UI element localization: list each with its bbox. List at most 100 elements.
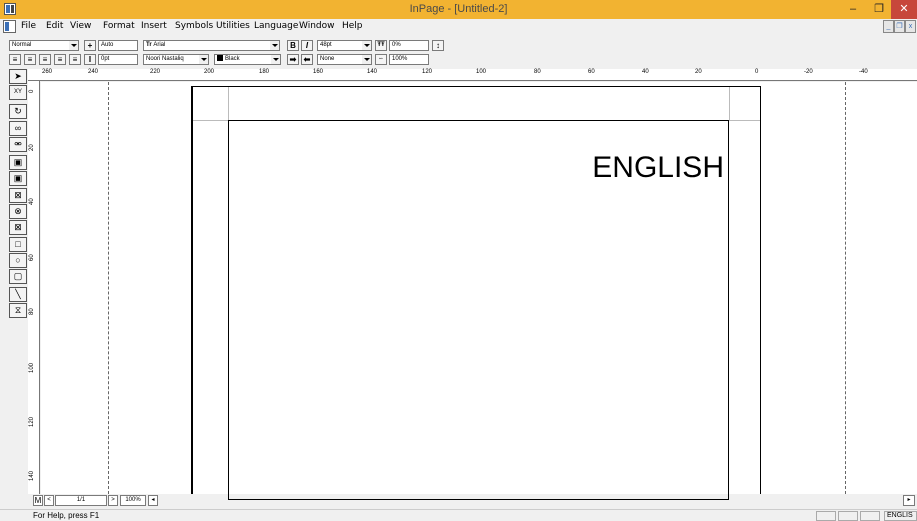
chevron-down-icon[interactable]: [362, 55, 371, 64]
tracking-icon[interactable]: ŦŦ: [375, 40, 387, 51]
vertical-align-icon[interactable]: I: [84, 54, 96, 65]
text-box-tool-icon[interactable]: ▣: [9, 155, 27, 170]
menu-format[interactable]: Format: [103, 21, 135, 31]
text-tool-icon[interactable]: XY: [9, 85, 27, 100]
horizontal-ruler[interactable]: 260 240 220 200 180 160 140 120 100 80 6…: [28, 69, 917, 81]
scale-field[interactable]: 100%: [389, 54, 429, 65]
tool-palette: ➤ XY ↻ ∞ ⚮ ▣ ▣ ⊠ ⊗ ⊠ □ ○ ▢ ╲ ⧖: [9, 69, 28, 319]
justify-icon[interactable]: ≡: [54, 54, 66, 65]
menu-language[interactable]: Language: [254, 21, 298, 31]
status-help-text: For Help, press F1: [33, 511, 100, 520]
margin-guide: [228, 87, 229, 120]
right-to-left-icon[interactable]: ➡: [287, 54, 299, 65]
italic-button[interactable]: I: [301, 40, 313, 51]
scroll-right-icon[interactable]: ▸: [903, 495, 915, 506]
ruler-label: 40: [29, 198, 35, 205]
urdu-font-select[interactable]: Noori Nastaliq: [143, 54, 209, 65]
oval-picture-tool-icon[interactable]: ⊗: [9, 204, 27, 219]
line-spacing-icon[interactable]: +: [84, 40, 96, 51]
ellipse-tool-icon[interactable]: ○: [9, 253, 27, 268]
align-center-icon[interactable]: ≡: [24, 54, 36, 65]
pointer-tool-icon[interactable]: ➤: [9, 69, 27, 84]
ruler-label: 40: [642, 69, 649, 75]
menu-help[interactable]: Help: [342, 21, 363, 31]
minimize-button[interactable]: –: [840, 0, 866, 19]
paragraph-toolbar: ≡ ≡ ≡ ≡ ≡ I 0pt Noori Nastaliq Black ➡ ⬅…: [0, 54, 917, 66]
menu-edit[interactable]: Edit: [46, 21, 63, 31]
window-title: InPage - [Untitled-2]: [409, 3, 508, 15]
previous-page-button[interactable]: <: [44, 495, 54, 506]
scroll-left-icon[interactable]: ◂: [148, 495, 158, 506]
menu-view[interactable]: View: [70, 21, 91, 31]
document-icon[interactable]: [3, 20, 16, 33]
align-right-icon[interactable]: ≡: [9, 54, 21, 65]
page-navigation: M < 1/1 > 100% ◂ ▸: [28, 495, 917, 507]
chevron-down-icon[interactable]: [362, 41, 371, 50]
shade-select[interactable]: None: [317, 54, 372, 65]
justify-all-icon[interactable]: ≡: [69, 54, 81, 65]
ruler-label: 0: [755, 69, 759, 75]
document-text[interactable]: ENGLISH: [592, 151, 724, 185]
text-box-alt-tool-icon[interactable]: ▣: [9, 171, 27, 186]
margin-guide: [729, 87, 730, 120]
ruler-label: 20: [29, 144, 35, 151]
language-indicator: ENGLIS: [884, 511, 917, 521]
rounded-rectangle-tool-icon[interactable]: ▢: [9, 269, 27, 284]
vertical-ruler[interactable]: 0 20 40 60 80 100 120 140: [28, 81, 40, 494]
baseline-shift-icon[interactable]: ↕: [432, 40, 444, 51]
chevron-down-icon[interactable]: [271, 55, 280, 64]
font-value: Arial: [153, 42, 166, 48]
text-frame[interactable]: ENGLISH: [228, 120, 729, 500]
ruler-label: 140: [29, 470, 35, 481]
zoom-field[interactable]: 100%: [120, 495, 146, 506]
ruler-label: 100: [29, 362, 35, 373]
menu-insert[interactable]: Insert: [141, 21, 167, 31]
rectangle-tool-icon[interactable]: □: [9, 237, 27, 252]
ruler-label: 120: [422, 69, 433, 75]
menu-bar: File Edit View Format Insert Symbols Uti…: [0, 19, 917, 35]
master-page-button[interactable]: M: [33, 495, 43, 506]
polygon-tool-icon[interactable]: ⧖: [9, 303, 27, 318]
chevron-down-icon[interactable]: [69, 41, 78, 50]
style-select[interactable]: Normal: [9, 40, 79, 51]
page-count: 1/1: [55, 495, 107, 506]
menu-utilities[interactable]: Utilities: [216, 21, 250, 31]
indent-field[interactable]: 0pt: [98, 54, 138, 65]
menu-symbols[interactable]: Symbols: [175, 21, 213, 31]
link-tool-icon[interactable]: ∞: [9, 121, 27, 136]
doc-close-icon[interactable]: x: [905, 20, 916, 33]
doc-minimize-icon[interactable]: _: [883, 20, 894, 33]
ruler-label: 180: [259, 69, 270, 75]
ruler-label: 260: [42, 69, 53, 75]
doc-restore-icon[interactable]: ❐: [894, 20, 905, 33]
menu-file[interactable]: File: [21, 21, 36, 31]
maximize-button[interactable]: ❐: [866, 0, 892, 19]
ruler-label: 140: [367, 69, 378, 75]
chevron-down-icon[interactable]: [270, 41, 279, 50]
line-tool-icon[interactable]: ╲: [9, 287, 27, 302]
document-canvas[interactable]: ENGLISH: [41, 82, 917, 500]
chevron-down-icon[interactable]: [199, 55, 208, 64]
align-left-icon[interactable]: ≡: [39, 54, 51, 65]
rounded-picture-tool-icon[interactable]: ⊠: [9, 220, 27, 235]
bold-button[interactable]: B: [287, 40, 299, 51]
left-to-right-icon[interactable]: ⬅: [301, 54, 313, 65]
column-guide: [108, 82, 109, 494]
rotate-tool-icon[interactable]: ↻: [9, 104, 27, 119]
ruler-label: 220: [150, 69, 161, 75]
tracking-field[interactable]: 0%: [389, 40, 429, 51]
horizontal-scale-icon[interactable]: ⇔: [375, 54, 387, 65]
menu-window[interactable]: Window: [299, 21, 335, 31]
next-page-button[interactable]: >: [108, 495, 118, 506]
close-button[interactable]: ✕: [891, 0, 917, 19]
unlink-tool-icon[interactable]: ⚮: [9, 137, 27, 152]
line-spacing-field[interactable]: Auto: [98, 40, 138, 51]
picture-box-tool-icon[interactable]: ⊠: [9, 188, 27, 203]
font-size-select[interactable]: 48pt: [317, 40, 372, 51]
format-toolbar: Normal + Auto Tr Arial B I 48pt ŦŦ 0% ↕: [0, 40, 917, 52]
font-select[interactable]: Tr Arial: [143, 40, 280, 51]
color-select[interactable]: Black: [214, 54, 281, 65]
ruler-label: 100: [476, 69, 487, 75]
color-value: Black: [225, 56, 240, 62]
document-page[interactable]: ENGLISH: [191, 86, 761, 500]
